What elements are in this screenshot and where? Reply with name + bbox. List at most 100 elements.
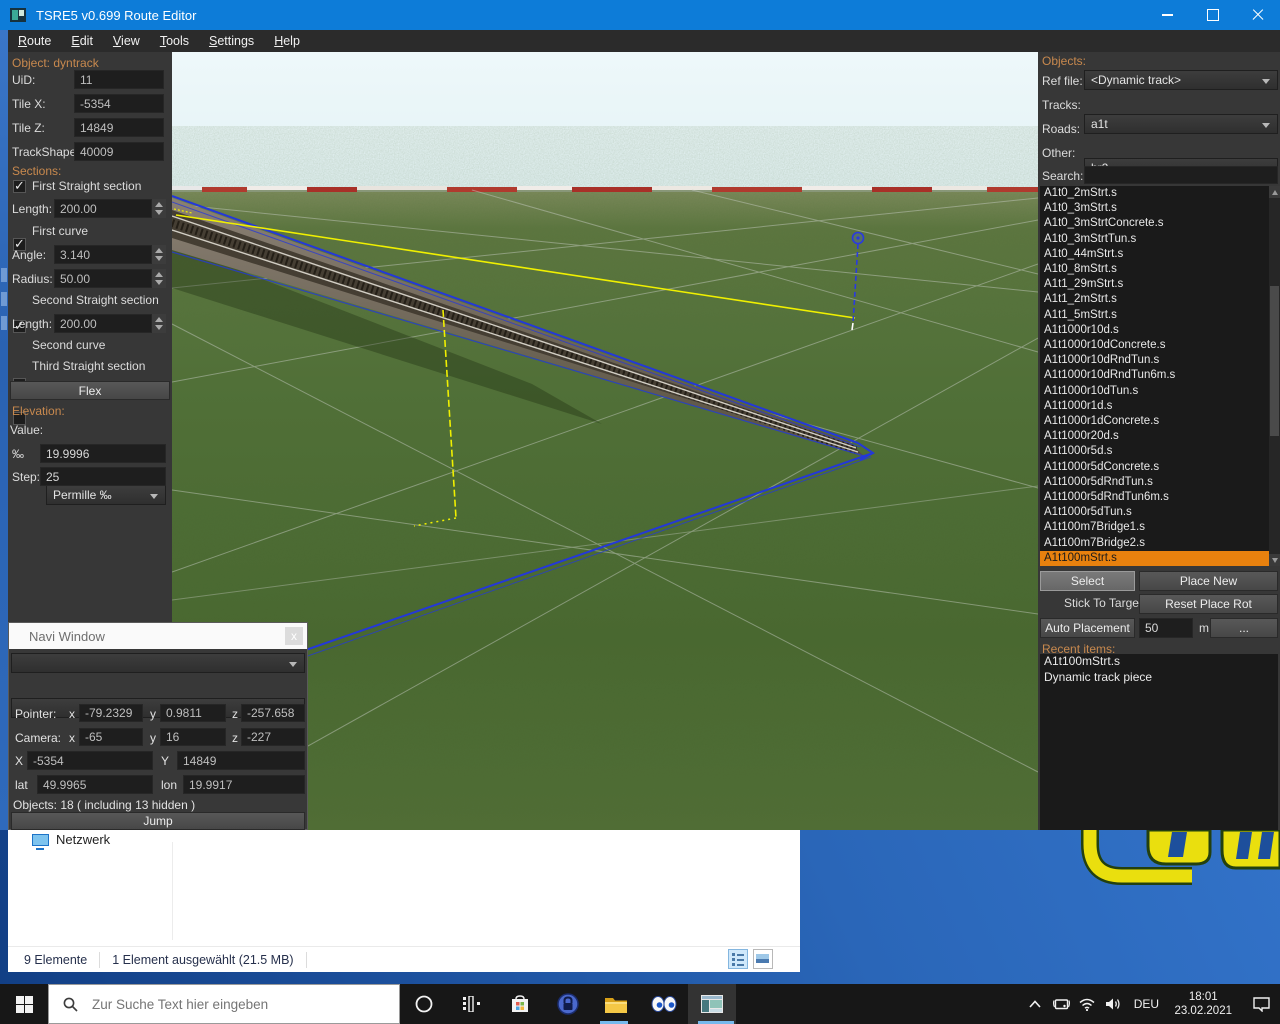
tray-expand-button[interactable] <box>1022 984 1048 1024</box>
pointer-y-field[interactable] <box>160 704 226 722</box>
object-list-scrollbar[interactable] <box>1269 186 1280 566</box>
recent-item[interactable]: Dynamic track piece <box>1040 670 1278 686</box>
angle-spinner[interactable] <box>151 245 166 264</box>
pointer-x-field[interactable] <box>79 704 143 722</box>
menu-route[interactable]: Route <box>8 31 61 51</box>
length1-spinbox[interactable] <box>54 199 166 218</box>
menu-tools[interactable]: Tools <box>150 31 199 51</box>
object-list-item[interactable]: A1t1000r10d.s <box>1040 323 1278 338</box>
details-view-icon[interactable] <box>728 949 748 969</box>
menu-help[interactable]: Help <box>264 31 310 51</box>
length1-spinner[interactable] <box>151 199 166 218</box>
object-list-item[interactable]: A1t1_5mStrt.s <box>1040 308 1278 323</box>
file-explorer-button[interactable] <box>592 984 640 1024</box>
first-straight-checkbox[interactable] <box>13 180 26 193</box>
menu-edit[interactable]: Edit <box>61 31 103 51</box>
reffile-dropdown[interactable]: <Dynamic track> <box>1084 70 1278 90</box>
tile-y-field[interactable] <box>177 751 305 770</box>
menu-settings[interactable]: Settings <box>199 31 264 51</box>
auto-distance-field[interactable] <box>1139 618 1193 638</box>
object-list-item[interactable]: A1t1000r5dRndTun.s <box>1040 475 1278 490</box>
object-list-item[interactable]: A1t1000r5dConcrete.s <box>1040 460 1278 475</box>
store-button[interactable] <box>496 984 544 1024</box>
camera-z-field[interactable] <box>241 728 305 746</box>
task-view-button[interactable] <box>448 984 496 1024</box>
cortana-button[interactable] <box>400 984 448 1024</box>
taskbar-search-input[interactable] <box>90 996 364 1013</box>
tray-volume-button[interactable] <box>1100 984 1128 1024</box>
object-list-item[interactable]: A1t1000r1d.s <box>1040 399 1278 414</box>
object-list-item[interactable]: A1t1000r20d.s <box>1040 429 1278 444</box>
object-list-item[interactable]: A1t0_3mStrtTun.s <box>1040 232 1278 247</box>
object-list-item[interactable]: A1t0_3mStrtConcrete.s <box>1040 216 1278 231</box>
search-input[interactable] <box>1084 166 1278 184</box>
tray-display-button[interactable] <box>1048 984 1074 1024</box>
object-list-item[interactable]: A1t1000r10dRndTun6m.s <box>1040 368 1278 383</box>
object-list-item[interactable]: A1t1000r10dConcrete.s <box>1040 338 1278 353</box>
permille-field[interactable] <box>40 444 166 463</box>
angle-spinbox[interactable] <box>54 245 166 264</box>
object-list-item[interactable]: A1t1_29mStrt.s <box>1040 277 1278 292</box>
navi-close-button[interactable]: x <box>285 627 303 645</box>
tile-x-field[interactable] <box>27 751 153 770</box>
angle-field[interactable] <box>54 245 166 264</box>
object-list-item[interactable]: A1t100m7Bridge2.s <box>1040 536 1278 551</box>
scroll-down-icon[interactable] <box>1269 554 1280 566</box>
titlebar[interactable]: TSRE5 v0.699 Route Editor <box>0 0 1280 30</box>
more-options-button[interactable]: ... <box>1210 618 1278 638</box>
length1-field[interactable] <box>54 199 166 218</box>
object-list-item[interactable]: A1t1000r5d.s <box>1040 444 1278 459</box>
step-field[interactable] <box>40 467 166 486</box>
explorer-window[interactable]: Netzwerk 9 Elemente 1 Element ausgewählt… <box>8 830 800 972</box>
radius-field[interactable] <box>54 269 166 288</box>
object-list-item[interactable]: A1t1_2mStrt.s <box>1040 292 1278 307</box>
tilex-field[interactable] <box>74 94 164 113</box>
object-list-item[interactable]: A1t1000r10dRndTun.s <box>1040 353 1278 368</box>
maximize-button[interactable] <box>1190 0 1235 30</box>
object-list-item[interactable]: A1t0_3mStrt.s <box>1040 201 1278 216</box>
length2-field[interactable] <box>54 314 166 333</box>
explorer-item-netzwerk[interactable]: Netzwerk <box>56 832 110 847</box>
navi-window[interactable]: Navi Window x Pointer: x y z Camera: x y… <box>8 622 308 830</box>
close-button[interactable] <box>1235 0 1280 30</box>
length2-spinbox[interactable] <box>54 314 166 333</box>
pointer-z-field[interactable] <box>241 704 305 722</box>
camera-y-field[interactable] <box>160 728 226 746</box>
tsre-app-button[interactable] <box>688 984 736 1024</box>
tilez-field[interactable] <box>74 118 164 137</box>
object-list-item[interactable]: A1t100m7Bridge1.s <box>1040 520 1278 535</box>
keepass-button[interactable] <box>544 984 592 1024</box>
uid-field[interactable] <box>74 70 164 89</box>
auto-placement-button[interactable]: Auto Placement <box>1040 618 1135 638</box>
object-list-item[interactable]: A1t0_2mStrt.s <box>1040 186 1278 201</box>
object-list-item[interactable]: A1t1000r10dTun.s <box>1040 384 1278 399</box>
tracks-dropdown[interactable]: a1t <box>1084 114 1278 134</box>
reset-place-rot-button[interactable]: Reset Place Rot <box>1139 594 1278 614</box>
camera-x-field[interactable] <box>79 728 143 746</box>
recent-item[interactable]: A1t100mStrt.s <box>1040 654 1278 670</box>
minimize-button[interactable] <box>1145 0 1190 30</box>
radius-spinbox[interactable] <box>54 269 166 288</box>
object-list-item[interactable]: A1t0_8mStrt.s <box>1040 262 1278 277</box>
elevation-mode-dropdown[interactable]: Permille ‰ <box>46 485 166 505</box>
object-list-item[interactable]: A1t1000r5dRndTun6m.s <box>1040 490 1278 505</box>
length2-spinner[interactable] <box>151 314 166 333</box>
menu-view[interactable]: View <box>103 31 150 51</box>
object-list-item[interactable]: A1t1000r5dTun.s <box>1040 505 1278 520</box>
radius-spinner[interactable] <box>151 269 166 288</box>
object-list-item[interactable]: A1t0_44mStrt.s <box>1040 247 1278 262</box>
lon-field[interactable] <box>183 775 305 794</box>
scrollbar-thumb[interactable] <box>1270 286 1279 436</box>
flex-button[interactable]: Flex <box>10 381 170 400</box>
lat-field[interactable] <box>37 775 153 794</box>
tray-wifi-button[interactable] <box>1074 984 1100 1024</box>
taskbar-clock[interactable]: 18:01 23.02.2021 <box>1174 990 1232 1018</box>
thumbnail-view-icon[interactable] <box>753 949 773 969</box>
jump-button[interactable]: Jump <box>11 812 305 830</box>
eyes-app-button[interactable] <box>640 984 688 1024</box>
object-list-item[interactable]: A1t100mStrt.s <box>1040 551 1278 566</box>
select-button[interactable]: Select <box>1040 571 1135 591</box>
start-button[interactable] <box>0 984 48 1024</box>
action-center-button[interactable] <box>1242 984 1280 1024</box>
taskbar-search-box[interactable] <box>48 984 400 1024</box>
